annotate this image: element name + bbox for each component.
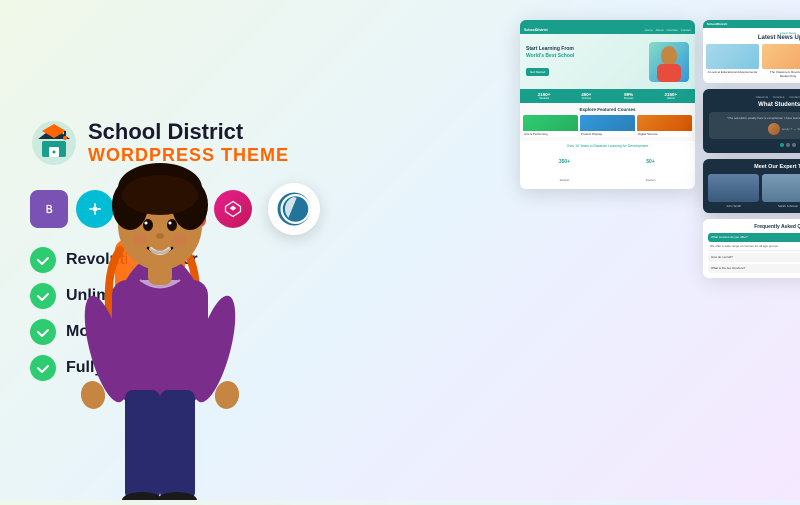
news-title: Latest News Updates xyxy=(707,35,800,41)
testimonials-screenshot: About Us Courses Contact Quick Links Wha… xyxy=(703,89,800,154)
teacher-1-name: John Smith xyxy=(708,204,759,208)
screenshots-section: SchoolDistrict Home About Courses Contac… xyxy=(520,20,800,480)
child-figure xyxy=(55,40,265,500)
check-icon-2 xyxy=(30,283,56,309)
check-icon-1 xyxy=(30,247,56,273)
middle-column: SchoolDistrict Home About News Latest Ne… xyxy=(703,20,800,278)
faq-screenshot: Frequently Asked Questions What courses … xyxy=(703,219,800,278)
news-screenshot: SchoolDistrict Home About News Latest Ne… xyxy=(703,20,800,83)
main-website-screenshot: SchoolDistrict Home About Courses Contac… xyxy=(520,20,695,189)
page-container: School District WORDPRESS THEME xyxy=(0,0,800,500)
check-icon-3 xyxy=(30,319,56,345)
teachers-screenshot: Meet Our Expert Teachers John Smith Sara… xyxy=(703,159,800,213)
article-2-title: The Classroom Revolution: Modernizing xyxy=(762,71,800,79)
check-icon-4 xyxy=(30,355,56,381)
faq-title: Frequently Asked Questions xyxy=(708,224,800,230)
wordpress-icon[interactable] xyxy=(268,183,320,235)
testimonials-title: What Students Think xyxy=(709,102,800,108)
teachers-title: Meet Our Expert Teachers xyxy=(708,164,800,170)
teacher-2-name: Sarah Johnson xyxy=(762,204,800,208)
article-1-title: A Look at Educational Advancements xyxy=(706,71,759,75)
